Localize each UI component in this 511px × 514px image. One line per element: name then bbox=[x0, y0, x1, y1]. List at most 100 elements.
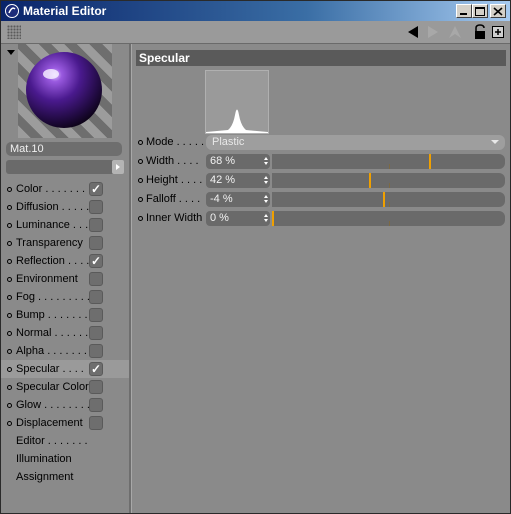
channel-label: Normal . . . . . . . bbox=[16, 327, 95, 339]
animation-bullet[interactable] bbox=[7, 313, 12, 318]
channel-item[interactable]: Illumination bbox=[1, 450, 129, 468]
material-preview[interactable] bbox=[18, 44, 112, 138]
channel-label: Glow . . . . . . . . bbox=[16, 399, 90, 411]
channel-item[interactable]: Specular Color bbox=[1, 378, 129, 396]
channel-checkbox[interactable] bbox=[89, 236, 103, 250]
minimize-button[interactable] bbox=[456, 4, 472, 18]
channel-checkbox[interactable] bbox=[89, 380, 103, 394]
slider-marker[interactable] bbox=[369, 173, 371, 188]
animation-bullet[interactable] bbox=[7, 295, 12, 300]
channel-checkbox[interactable] bbox=[89, 200, 103, 214]
channel-item[interactable]: Bump . . . . . . . . bbox=[1, 306, 129, 324]
slider-marker[interactable] bbox=[383, 192, 385, 207]
maximize-button[interactable] bbox=[472, 4, 488, 18]
preview-menu-icon[interactable] bbox=[7, 50, 15, 55]
channel-checkbox[interactable] bbox=[89, 326, 103, 340]
specular-panel: Specular Mode . . . . . Plastic Width . … bbox=[132, 44, 510, 513]
channel-label: Transparency bbox=[16, 237, 83, 249]
close-button[interactable] bbox=[490, 4, 506, 18]
channel-item[interactable]: Normal . . . . . . . bbox=[1, 324, 129, 342]
channel-checkbox[interactable] bbox=[89, 360, 103, 378]
param-slider[interactable] bbox=[272, 192, 505, 207]
animation-bullet[interactable] bbox=[138, 197, 143, 202]
channel-scrollbar[interactable] bbox=[6, 160, 124, 174]
animation-bullet[interactable] bbox=[138, 178, 143, 183]
channel-label: Specular Color bbox=[16, 381, 89, 393]
mode-row: Mode . . . . . Plastic bbox=[132, 134, 510, 152]
channel-label: Alpha . . . . . . . . bbox=[16, 345, 94, 357]
channel-item[interactable]: Assignment bbox=[1, 468, 129, 486]
new-window-icon[interactable] bbox=[491, 24, 507, 40]
channel-label: Illumination bbox=[16, 453, 72, 465]
param-slider[interactable] bbox=[272, 154, 505, 169]
animation-bullet[interactable] bbox=[138, 216, 143, 221]
lock-icon[interactable] bbox=[473, 24, 489, 40]
animation-bullet[interactable] bbox=[7, 403, 12, 408]
channel-checkbox[interactable] bbox=[89, 344, 103, 358]
channel-checkbox[interactable] bbox=[89, 272, 103, 286]
animation-bullet[interactable] bbox=[7, 385, 12, 390]
param-slider[interactable] bbox=[272, 211, 505, 226]
channel-item[interactable]: Editor . . . . . . . bbox=[1, 432, 129, 450]
mode-dropdown[interactable]: Plastic bbox=[206, 135, 505, 150]
param-value-field[interactable]: 68 % bbox=[206, 154, 270, 169]
specular-curve bbox=[206, 109, 268, 133]
param-label: Height . . . . bbox=[146, 174, 203, 186]
scroll-right-button[interactable] bbox=[112, 160, 124, 174]
param-value: -4 % bbox=[210, 193, 233, 205]
animation-bullet[interactable] bbox=[7, 349, 12, 354]
channel-item[interactable]: Reflection . . . . bbox=[1, 252, 129, 270]
channel-label: Environment bbox=[16, 273, 78, 285]
grip-icon[interactable] bbox=[7, 25, 21, 39]
animation-bullet[interactable] bbox=[7, 421, 12, 426]
channel-item[interactable]: Glow . . . . . . . . bbox=[1, 396, 129, 414]
slider-marker[interactable] bbox=[272, 211, 274, 226]
param-row: Falloff . . . . -4 % bbox=[132, 191, 510, 209]
channel-item[interactable]: Diffusion . . . . . bbox=[1, 198, 129, 216]
param-row: Height . . . . 42 % bbox=[132, 172, 510, 190]
channel-label: Editor . . . . . . . bbox=[16, 435, 88, 447]
animation-bullet[interactable] bbox=[7, 205, 12, 210]
material-editor-window: Material Editor Mat.10 Color . . . . . .… bbox=[0, 0, 511, 514]
material-name-field[interactable]: Mat.10 bbox=[6, 142, 122, 156]
channel-item[interactable]: Fog . . . . . . . . . bbox=[1, 288, 129, 306]
channel-item[interactable]: Specular . . . . bbox=[1, 360, 129, 378]
param-value-field[interactable]: 0 % bbox=[206, 211, 270, 226]
channel-checkbox[interactable] bbox=[89, 218, 103, 232]
param-value-field[interactable]: -4 % bbox=[206, 192, 270, 207]
param-label: Inner Width bbox=[146, 212, 203, 224]
channel-label: Reflection . . . . bbox=[16, 255, 90, 267]
back-arrow-icon[interactable] bbox=[405, 24, 421, 40]
channel-item[interactable]: Transparency bbox=[1, 234, 129, 252]
up-arrow-icon[interactable] bbox=[447, 24, 463, 40]
param-slider[interactable] bbox=[272, 173, 505, 188]
channel-item[interactable]: Environment bbox=[1, 270, 129, 288]
animation-bullet[interactable] bbox=[7, 241, 12, 246]
animation-bullet[interactable] bbox=[7, 187, 12, 192]
animation-bullet[interactable] bbox=[7, 331, 12, 336]
animation-bullet[interactable] bbox=[7, 223, 12, 228]
channel-checkbox[interactable] bbox=[89, 290, 103, 304]
channel-item[interactable]: Luminance . . . bbox=[1, 216, 129, 234]
channel-checkbox[interactable] bbox=[89, 308, 103, 322]
slider-marker[interactable] bbox=[429, 154, 431, 169]
channel-item[interactable]: Displacement bbox=[1, 414, 129, 432]
animation-bullet[interactable] bbox=[138, 140, 143, 145]
animation-bullet[interactable] bbox=[7, 259, 12, 264]
app-icon bbox=[5, 4, 19, 18]
channel-checkbox[interactable] bbox=[89, 398, 103, 412]
animation-bullet[interactable] bbox=[7, 367, 12, 372]
material-sphere bbox=[26, 52, 102, 128]
channel-item[interactable]: Color . . . . . . . . bbox=[1, 180, 129, 198]
slider-tick bbox=[389, 183, 390, 188]
forward-arrow-icon[interactable] bbox=[425, 24, 441, 40]
channel-checkbox[interactable] bbox=[89, 180, 103, 198]
param-value-field[interactable]: 42 % bbox=[206, 173, 270, 188]
channel-label: Assignment bbox=[16, 471, 74, 483]
animation-bullet[interactable] bbox=[138, 159, 143, 164]
toolbar bbox=[1, 21, 510, 44]
channel-checkbox[interactable] bbox=[89, 252, 103, 270]
channel-checkbox[interactable] bbox=[89, 416, 103, 430]
animation-bullet[interactable] bbox=[7, 277, 12, 282]
channel-item[interactable]: Alpha . . . . . . . . bbox=[1, 342, 129, 360]
